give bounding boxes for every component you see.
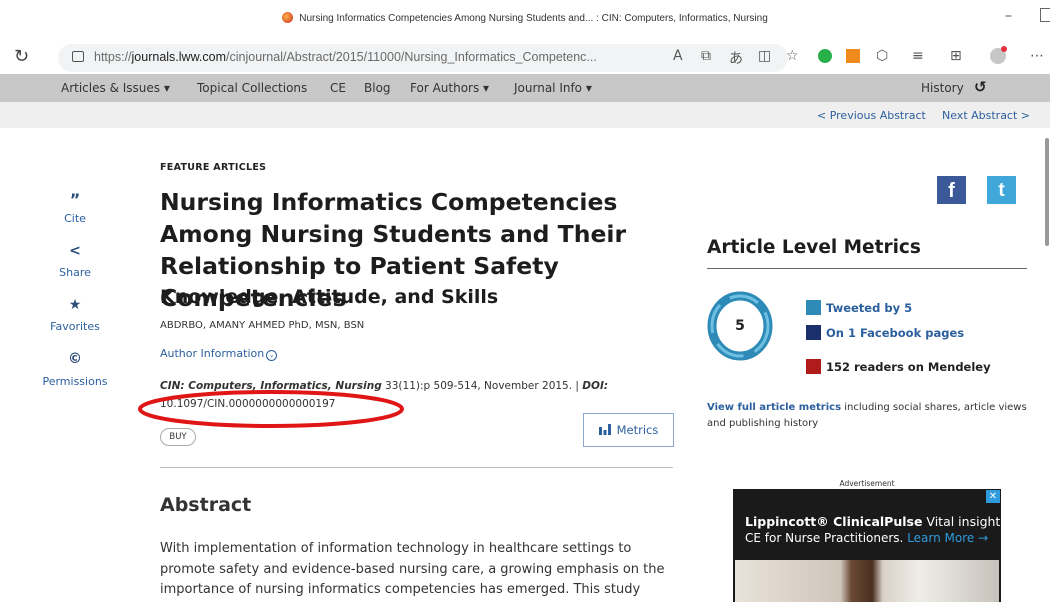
abstract-text: With implementation of information techn…	[160, 541, 665, 597]
article-subtitle: Knowledge, Attitude, and Skills	[160, 286, 499, 308]
legend-swatch-facebook	[806, 325, 821, 340]
nav-history[interactable]: History	[921, 81, 964, 95]
favorites-label[interactable]: Favorites	[35, 320, 115, 333]
extension-puzzle-icon[interactable]: ⬡	[876, 48, 888, 64]
advertisement-label: Advertisement	[839, 479, 895, 488]
favorites-icon[interactable]: ★	[45, 297, 105, 313]
author-list[interactable]: ABDRBO, AMANY AHMED PhD, MSN, BSN	[160, 320, 364, 331]
window-title: Nursing Informatics Competencies Among N…	[0, 12, 1050, 24]
ad-subline[interactable]: CE for Nurse Practitioners. Learn More →	[745, 531, 988, 545]
legend-swatch-mendeley	[806, 359, 821, 374]
altmetric-score[interactable]: 5	[707, 318, 773, 334]
buy-button[interactable]: BUY	[160, 428, 196, 446]
nav-journal-info[interactable]: Journal Info ▾	[514, 81, 592, 95]
ad-tagline: Vital insights.	[922, 514, 1011, 529]
url-text[interactable]: https://journals.lww.com/cinjournal/Abst…	[94, 50, 597, 64]
ad-headline[interactable]: Lippincott® ClinicalPulse Vital insights…	[745, 514, 1011, 529]
doi-label: DOI:	[582, 380, 609, 392]
chevron-down-icon[interactable]: ⌄	[266, 350, 278, 361]
nav-blog[interactable]: Blog	[364, 81, 391, 95]
site-favicon-icon	[282, 12, 294, 23]
extension-green-icon[interactable]	[818, 49, 832, 63]
legend-twitter[interactable]: Tweeted by 5	[826, 301, 912, 315]
full-metrics-text: View full article metrics including soci…	[707, 400, 1032, 432]
tab-title-text: Nursing Informatics Competencies Among N…	[299, 13, 768, 24]
nav-articles-issues[interactable]: Articles & Issues ▾	[61, 81, 170, 95]
metrics-heading: Article Level Metrics	[707, 237, 921, 258]
legend-mendeley[interactable]: 152 readers on Mendeley	[826, 360, 991, 374]
nav-ce[interactable]: CE	[330, 81, 346, 95]
red-highlight-ellipse	[138, 390, 404, 428]
next-abstract-link[interactable]: Next Abstract >	[942, 109, 1030, 122]
favorite-star-icon[interactable]: ☆	[786, 48, 799, 64]
facebook-share-icon[interactable]: f	[937, 176, 966, 204]
metrics-button-label: Metrics	[616, 423, 659, 437]
favorites-bar-icon[interactable]: ≡	[912, 48, 924, 64]
citation-details: 33(11):p 509-514, November 2015. |	[381, 380, 583, 392]
reload-icon[interactable]: ↻	[14, 46, 29, 67]
previous-abstract-link[interactable]: < Previous Abstract	[817, 109, 926, 122]
lock-icon[interactable]	[72, 51, 84, 62]
bar-chart-icon	[598, 415, 611, 447]
ad-brand: Lippincott® ClinicalPulse	[745, 514, 923, 529]
cite-icon[interactable]: ”	[45, 190, 105, 209]
legend-swatch-twitter	[806, 300, 821, 315]
full-metrics-link[interactable]: View full article metrics	[707, 402, 841, 413]
cite-label[interactable]: Cite	[35, 212, 115, 225]
metrics-button[interactable]: Metrics	[583, 413, 674, 447]
author-information-label[interactable]: Author Information	[160, 347, 264, 360]
metrics-heading-rule	[707, 268, 1027, 269]
split-screen-icon[interactable]: ◫	[758, 48, 771, 64]
extension-orange-icon[interactable]	[846, 49, 860, 63]
share-icon[interactable]: <	[45, 243, 105, 259]
legend-facebook[interactable]: On 1 Facebook pages	[826, 326, 964, 340]
immersive-reader-icon[interactable]: ⧉	[701, 48, 711, 64]
permissions-icon[interactable]: ©	[45, 351, 105, 367]
url-domain: journals.lww.com	[131, 50, 227, 64]
advertisement-photo[interactable]	[735, 560, 999, 602]
more-options-icon[interactable]: ⋯	[1030, 48, 1044, 64]
translate-icon[interactable]: あ	[729, 48, 743, 68]
share-label[interactable]: Share	[35, 266, 115, 279]
url-path: /cinjournal/Abstract/2015/11000/Nursing_…	[226, 50, 597, 64]
ad-close-icon[interactable]: ✕	[986, 490, 1000, 503]
abstract-heading: Abstract	[160, 494, 252, 516]
permissions-label[interactable]: Permissions	[35, 375, 115, 388]
minimize-button[interactable]: –	[1005, 8, 1012, 24]
author-information-toggle[interactable]: Author Information ⌄	[160, 347, 278, 361]
page-scrollbar[interactable]	[1045, 138, 1049, 246]
profile-badge-icon	[1001, 46, 1007, 52]
twitter-share-icon[interactable]: t	[987, 176, 1016, 204]
section-label: FEATURE ARTICLES	[160, 162, 267, 173]
nav-for-authors[interactable]: For Authors ▾	[410, 81, 489, 95]
section-divider	[160, 467, 673, 468]
maximize-button[interactable]	[1040, 8, 1050, 22]
nav-topical-collections[interactable]: Topical Collections	[197, 81, 307, 95]
ad-subline-text: CE for Nurse Practitioners.	[745, 531, 904, 545]
history-icon[interactable]: ↺	[974, 78, 987, 96]
read-aloud-icon[interactable]: A	[673, 48, 683, 64]
ad-learn-more-link[interactable]: Learn More →	[907, 531, 988, 545]
url-scheme: https://	[94, 50, 132, 64]
collections-icon[interactable]: ⊞	[950, 48, 962, 64]
